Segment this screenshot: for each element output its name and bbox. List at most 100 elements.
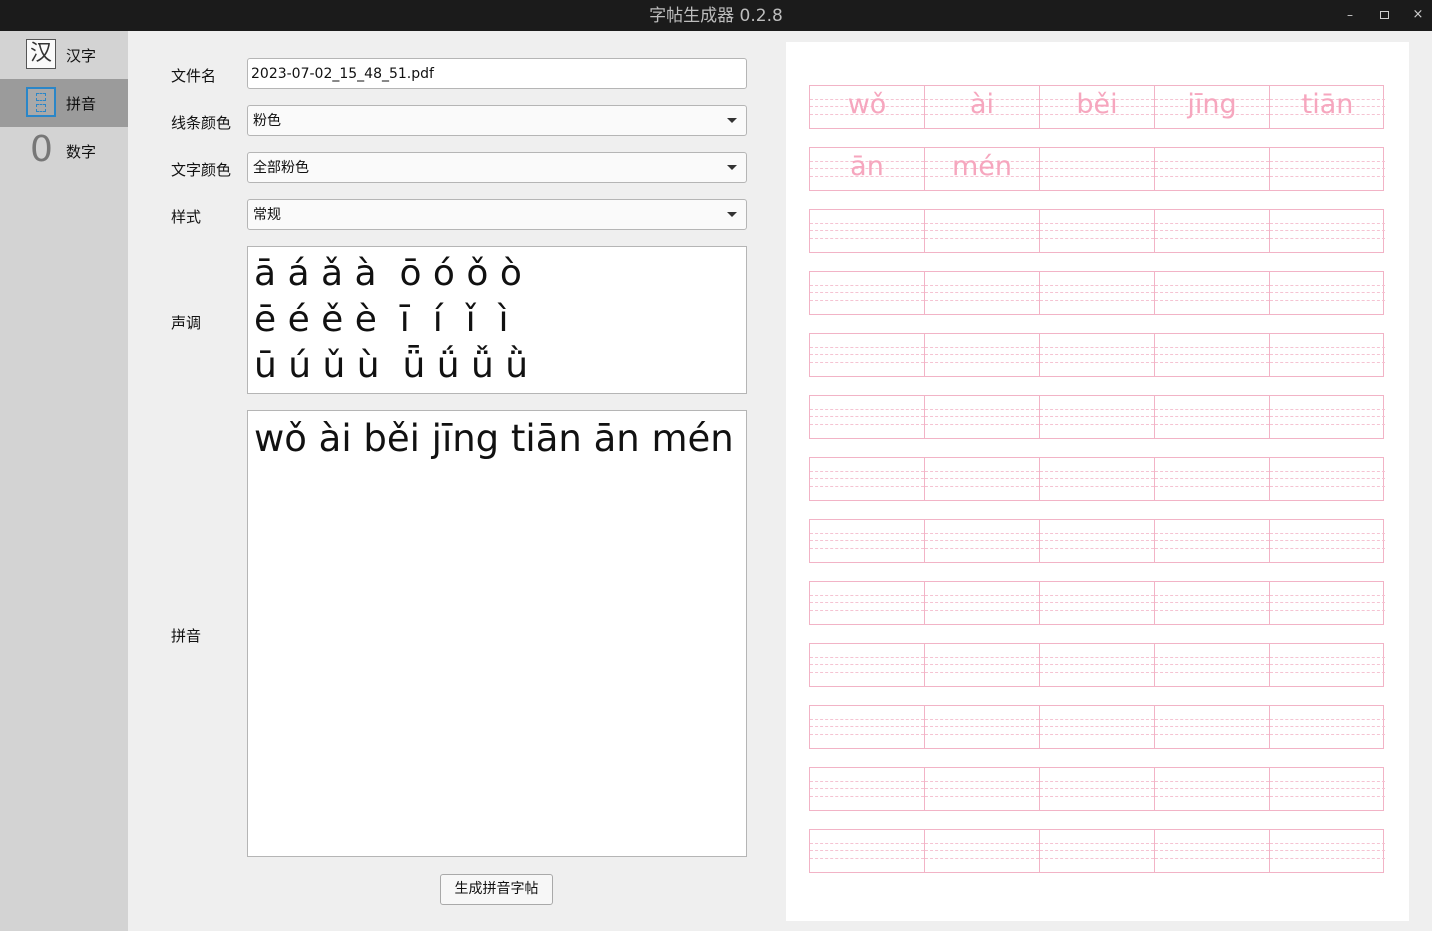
copybook-cell bbox=[1155, 334, 1270, 376]
text-color-value: 全部粉色 bbox=[253, 160, 309, 176]
copybook-row bbox=[809, 395, 1385, 439]
copybook-cell bbox=[1040, 582, 1155, 624]
copybook-cell bbox=[1270, 644, 1385, 686]
copybook-cell bbox=[1040, 334, 1155, 376]
copybook-cell bbox=[1040, 644, 1155, 686]
copybook-syllable: jīng bbox=[1187, 89, 1237, 120]
filename-label: 文件名 bbox=[171, 67, 217, 85]
copybook-cell bbox=[1155, 644, 1270, 686]
tone-line: ā á ǎ à ō ó ǒ ò bbox=[254, 253, 522, 294]
copybook-row bbox=[809, 767, 1385, 811]
minimize-button[interactable]: – bbox=[1342, 7, 1358, 23]
sidebar: 汉 汉字 拼音 0 数字 bbox=[0, 31, 128, 931]
copybook-cell bbox=[1270, 272, 1385, 314]
copybook-cell bbox=[1155, 706, 1270, 748]
tone-line: ū ú ǔ ù ǖ ǘ ǚ ǜ bbox=[254, 345, 529, 386]
window-title: 字帖生成器 0.2.8 bbox=[649, 6, 783, 26]
copybook-cell bbox=[810, 396, 925, 438]
copybook-syllable: ài bbox=[969, 89, 995, 120]
copybook-cell bbox=[1040, 768, 1155, 810]
copybook-cell bbox=[1155, 458, 1270, 500]
copybook-cell: běi bbox=[1040, 86, 1155, 128]
number-icon: 0 bbox=[30, 129, 53, 170]
copybook-cell bbox=[1155, 582, 1270, 624]
copybook-cell bbox=[1270, 582, 1385, 624]
sidebar-item-pinyin[interactable]: 拼音 bbox=[0, 79, 128, 127]
tones-label: 声调 bbox=[171, 314, 202, 332]
copybook-row bbox=[809, 829, 1385, 873]
copybook-cell bbox=[925, 396, 1040, 438]
pinyin-textarea[interactable]: wǒ ài běi jīng tiān ān mén bbox=[247, 410, 747, 857]
copybook-cell bbox=[925, 272, 1040, 314]
copybook-cell bbox=[1040, 396, 1155, 438]
copybook-cell: ài bbox=[925, 86, 1040, 128]
copybook-preview: wǒ ài běi jīng tiān ān mén bbox=[786, 42, 1409, 921]
copybook-cell bbox=[1155, 830, 1270, 872]
copybook-cell bbox=[925, 706, 1040, 748]
copybook-cell bbox=[1155, 272, 1270, 314]
copybook-cell bbox=[1155, 210, 1270, 252]
copybook-cell: tiān bbox=[1270, 86, 1385, 128]
copybook-cell bbox=[1155, 768, 1270, 810]
copybook-cell bbox=[810, 768, 925, 810]
style-select[interactable]: 常规 bbox=[247, 199, 747, 230]
copybook-cell bbox=[925, 830, 1040, 872]
filename-input[interactable] bbox=[247, 58, 747, 89]
copybook-cell bbox=[1270, 334, 1385, 376]
copybook-cell bbox=[1270, 830, 1385, 872]
copybook-cell bbox=[925, 210, 1040, 252]
sidebar-item-hanzi[interactable]: 汉 汉字 bbox=[0, 31, 128, 79]
copybook-cell: wǒ bbox=[810, 86, 925, 128]
copybook-cell: ān bbox=[810, 148, 925, 190]
copybook-cell bbox=[810, 210, 925, 252]
copybook-row: ān mén bbox=[809, 147, 1385, 191]
copybook-cell bbox=[810, 520, 925, 562]
maximize-button[interactable] bbox=[1376, 7, 1392, 23]
style-value: 常规 bbox=[253, 207, 281, 223]
copybook-cell bbox=[1270, 706, 1385, 748]
copybook-syllable: mén bbox=[951, 151, 1013, 182]
copybook-cell bbox=[810, 334, 925, 376]
copybook-row bbox=[809, 643, 1385, 687]
pinyin-icon bbox=[26, 87, 56, 117]
style-label: 样式 bbox=[171, 208, 202, 226]
copybook-cell bbox=[1040, 830, 1155, 872]
copybook-cell bbox=[1270, 210, 1385, 252]
generate-pinyin-copybook-button[interactable]: 生成拼音字帖 bbox=[440, 874, 553, 905]
copybook-cell bbox=[810, 458, 925, 500]
text-color-select[interactable]: 全部粉色 bbox=[247, 152, 747, 183]
copybook-cell bbox=[810, 644, 925, 686]
chevron-down-icon bbox=[727, 118, 737, 123]
copybook-cell: mén bbox=[925, 148, 1040, 190]
copybook-cell bbox=[1270, 148, 1385, 190]
copybook-cell bbox=[1040, 458, 1155, 500]
copybook-cell bbox=[810, 830, 925, 872]
copybook-cell bbox=[810, 706, 925, 748]
sidebar-item-label: 数字 bbox=[66, 143, 97, 161]
close-button[interactable]: × bbox=[1410, 7, 1426, 23]
copybook-cell bbox=[925, 582, 1040, 624]
han-character-icon: 汉 bbox=[26, 39, 56, 69]
tones-textarea[interactable]: ā á ǎ à ō ó ǒ ò ē é ě è ī í ǐ ì ū ú ǔ ù … bbox=[247, 246, 747, 394]
copybook-cell bbox=[1040, 148, 1155, 190]
copybook-syllable: tiān bbox=[1301, 89, 1354, 120]
copybook-row bbox=[809, 333, 1385, 377]
sidebar-item-number[interactable]: 0 数字 bbox=[0, 127, 128, 175]
copybook-cell bbox=[1155, 520, 1270, 562]
copybook-cell bbox=[925, 334, 1040, 376]
copybook-row bbox=[809, 271, 1385, 315]
copybook-cell bbox=[1270, 768, 1385, 810]
line-color-value: 粉色 bbox=[253, 113, 281, 129]
copybook-cell bbox=[1040, 210, 1155, 252]
line-color-select[interactable]: 粉色 bbox=[247, 105, 747, 136]
chevron-down-icon bbox=[727, 165, 737, 170]
copybook-cell bbox=[925, 768, 1040, 810]
copybook-syllable: běi bbox=[1076, 89, 1118, 120]
chevron-down-icon bbox=[727, 212, 737, 217]
text-color-label: 文字颜色 bbox=[171, 161, 232, 179]
copybook-cell bbox=[810, 272, 925, 314]
copybook-row bbox=[809, 519, 1385, 563]
copybook-cell bbox=[1155, 396, 1270, 438]
copybook-cell bbox=[1270, 458, 1385, 500]
copybook-row: wǒ ài běi jīng tiān bbox=[809, 85, 1385, 129]
